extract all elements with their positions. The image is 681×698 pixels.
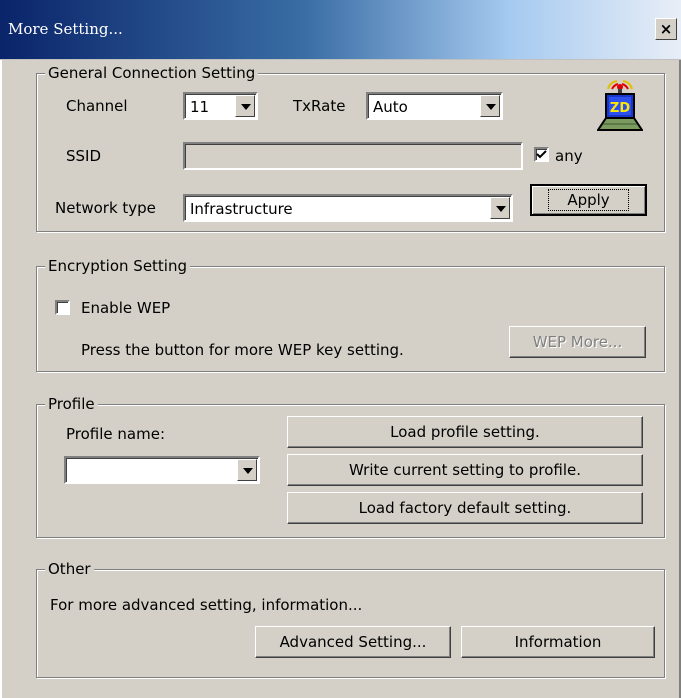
ssid-field[interactable] [183, 142, 523, 170]
channel-select[interactable]: 11 [183, 92, 258, 120]
write-profile-button[interactable]: Write current setting to profile. [287, 454, 643, 486]
txrate-select[interactable]: Auto [366, 92, 503, 120]
load-factory-default-button[interactable]: Load factory default setting. [287, 492, 643, 524]
chevron-down-icon[interactable] [480, 95, 500, 117]
more-setting-dialog: More Setting... × General Connection Set… [0, 0, 681, 698]
other-legend: Other [45, 560, 94, 578]
zd-logo-text: ZD [610, 101, 630, 116]
window-left-edge [0, 60, 2, 698]
txrate-label: TxRate [293, 97, 346, 115]
profile-name-label: Profile name: [66, 425, 166, 443]
channel-value: 11 [190, 98, 210, 116]
window-title: More Setting... [8, 20, 123, 38]
other-description: For more advanced setting, information..… [50, 596, 363, 614]
network-type-select[interactable]: Infrastructure [183, 194, 513, 222]
chevron-down-icon[interactable] [235, 95, 255, 117]
chevron-down-icon[interactable] [490, 197, 510, 219]
other-group: Other [36, 560, 665, 678]
information-button[interactable]: Information [461, 626, 655, 658]
encryption-legend: Encryption Setting [45, 257, 191, 275]
network-type-value: Infrastructure [190, 200, 293, 218]
network-type-label: Network type [55, 199, 156, 217]
apply-button[interactable]: Apply [530, 184, 647, 216]
ssid-label: SSID [66, 147, 102, 165]
channel-label: Channel [66, 97, 128, 115]
wep-hint-text: Press the button for more WEP key settin… [81, 341, 404, 359]
checkmark-icon [536, 150, 547, 159]
advanced-setting-button[interactable]: Advanced Setting... [255, 626, 451, 658]
general-connection-legend: General Connection Setting [45, 64, 259, 82]
load-profile-button[interactable]: Load profile setting. [287, 416, 643, 448]
title-bar[interactable]: More Setting... × [0, 0, 681, 60]
profile-legend: Profile [45, 395, 98, 413]
txrate-value: Auto [373, 98, 408, 116]
profile-name-select[interactable] [64, 456, 260, 484]
enable-wep-checkbox[interactable] [55, 300, 70, 315]
chevron-down-icon[interactable] [237, 459, 257, 481]
close-button[interactable]: × [655, 18, 677, 40]
wep-more-button[interactable]: WEP More... [509, 326, 646, 358]
zd-wireless-icon: ZD [597, 80, 643, 131]
any-label: any [555, 147, 583, 165]
apply-label: Apply [548, 189, 629, 211]
enable-wep-label: Enable WEP [81, 299, 171, 317]
any-checkbox[interactable] [534, 147, 549, 162]
